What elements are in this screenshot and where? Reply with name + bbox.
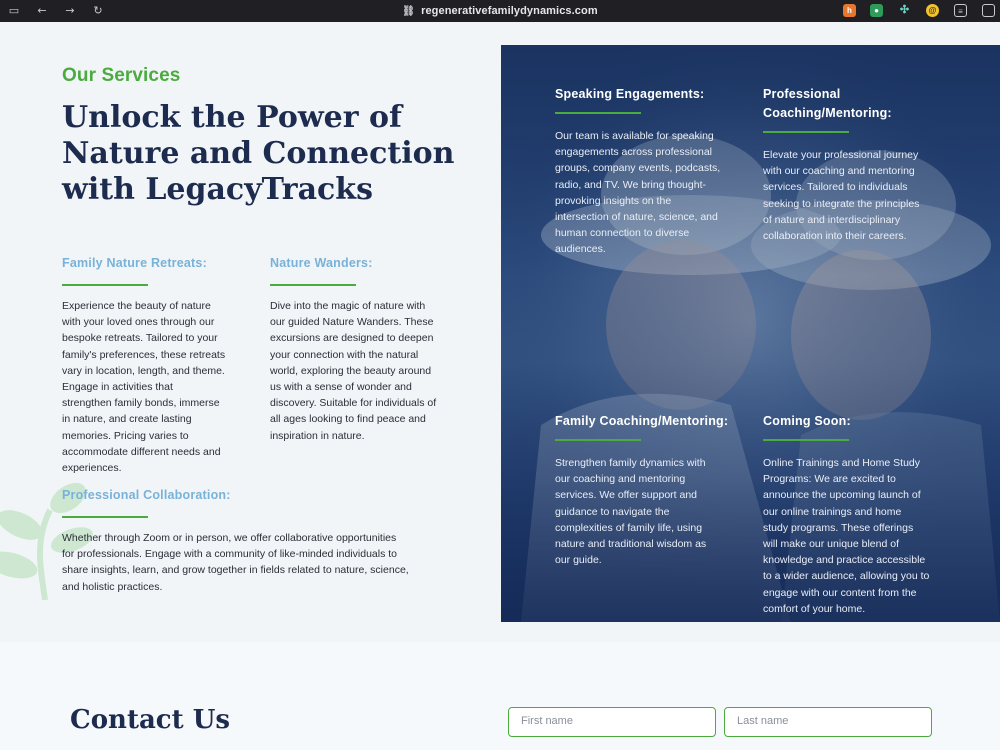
contact-title: Contact Us	[70, 705, 230, 735]
browser-toolbar: ▭ ← → ↻ ⛓ regenerativefamilydynamics.com…	[0, 0, 1000, 22]
url-text: regenerativefamilydynamics.com	[421, 5, 598, 17]
link-icon: ⛓	[402, 5, 416, 17]
service-title-coming-soon: Coming Soon:	[763, 414, 851, 428]
service-title-speaking-engagements: Speaking Engagements:	[555, 87, 705, 101]
back-arrow-icon[interactable]: ←	[34, 3, 50, 19]
extension-hubspot-icon[interactable]: h	[843, 4, 856, 17]
first-name-placeholder: First name	[521, 715, 573, 727]
service-body-family-coaching: Strengthen family dynamics with our coac…	[555, 457, 707, 567]
services-photo-panel: Speaking Engagements: Our team is availa…	[501, 45, 1000, 622]
service-body-professional-coaching: Elevate your professional journey with o…	[763, 149, 920, 243]
forward-arrow-icon[interactable]: →	[62, 3, 78, 19]
service-body-professional-collaboration: Whether through Zoom or in person, we of…	[62, 532, 409, 593]
service-body-family-nature-retreats: Experience the beauty of nature with you…	[62, 300, 226, 475]
extension-menu-icon[interactable]: ≡	[954, 4, 967, 17]
extension-atom-icon[interactable]: ✣	[898, 4, 911, 17]
service-divider	[62, 516, 148, 518]
service-divider	[270, 284, 356, 286]
page: Our Services Unlock the Power of Nature …	[0, 22, 1000, 750]
sidebar-icon[interactable]: ▭	[6, 3, 22, 19]
service-title-family-coaching: Family Coaching/Mentoring:	[555, 414, 729, 428]
last-name-field[interactable]: Last name	[724, 707, 932, 737]
extension-green-icon[interactable]: ●	[870, 4, 883, 17]
service-title-professional-collaboration: Professional Collaboration:	[62, 488, 231, 502]
split-view-icon[interactable]	[982, 4, 995, 17]
first-name-field[interactable]: First name	[508, 707, 716, 737]
extension-yellow-icon[interactable]: @	[926, 4, 939, 17]
service-title-nature-wanders: Nature Wanders:	[270, 256, 373, 270]
last-name-placeholder: Last name	[737, 715, 789, 727]
service-body-coming-soon: Online Trainings and Home Study Programs…	[763, 457, 930, 615]
service-divider	[763, 439, 849, 441]
services-kicker: Our Services	[62, 65, 181, 86]
reload-icon[interactable]: ↻	[90, 3, 106, 19]
service-divider	[555, 112, 641, 114]
service-divider	[555, 439, 641, 441]
service-title-family-nature-retreats: Family Nature Retreats:	[62, 256, 207, 270]
services-headline: Unlock the Power of Nature and Connectio…	[62, 100, 455, 207]
service-body-nature-wanders: Dive into the magic of nature with our g…	[270, 300, 437, 442]
service-body-speaking-engagements: Our team is available for speaking engag…	[555, 130, 721, 256]
service-divider	[62, 284, 148, 286]
service-divider	[763, 131, 849, 133]
service-title-professional-coaching: Professional Coaching/Mentoring:	[763, 87, 892, 120]
